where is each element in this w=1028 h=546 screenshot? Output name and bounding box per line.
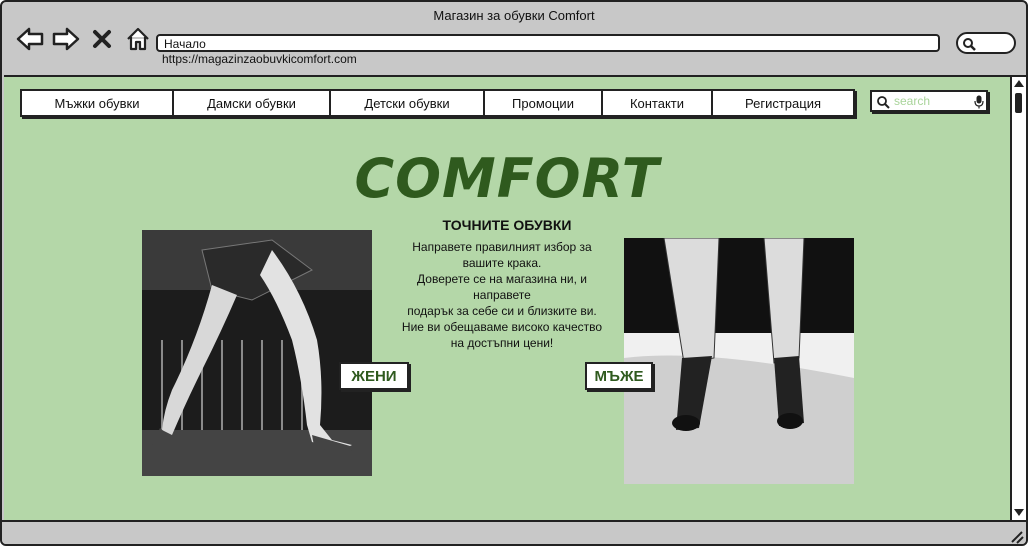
address-bar[interactable]: Начало	[156, 34, 940, 52]
site-search-input[interactable]: search	[870, 90, 988, 112]
vertical-scrollbar[interactable]	[1010, 75, 1026, 520]
description-line: направете	[473, 288, 531, 302]
main-menu: Мъжки обувки Дамски обувки Детски обувки…	[20, 89, 855, 117]
description-line: Ние ви обещаваме високо качество	[401, 320, 603, 334]
search-placeholder: search	[894, 94, 931, 108]
window-title: Магазин за обувки Comfort	[433, 8, 595, 23]
status-bar	[2, 520, 1026, 544]
men-button[interactable]: МЪЖЕ	[585, 362, 653, 390]
description-line: вашите крака.	[462, 256, 542, 270]
back-arrow-icon[interactable]	[16, 25, 44, 53]
browser-search[interactable]	[956, 32, 1016, 54]
close-icon[interactable]	[88, 25, 116, 53]
women-shoes-photo	[142, 230, 372, 476]
microphone-icon[interactable]	[974, 95, 984, 109]
menu-item-promotions[interactable]: Промоции	[485, 91, 603, 115]
menu-item-registration[interactable]: Регистрация	[713, 91, 853, 115]
forward-arrow-icon[interactable]	[52, 25, 80, 53]
women-button[interactable]: ЖЕНИ	[339, 362, 409, 390]
url-text: https://magazinzaobuvkicomfort.com	[162, 52, 357, 66]
scroll-down-icon[interactable]	[1013, 508, 1025, 518]
description-line: на достъпни цени!	[450, 336, 554, 350]
description-line: Направете правилният избор за	[412, 240, 592, 254]
page-content: Мъжки обувки Дамски обувки Детски обувки…	[4, 75, 1010, 522]
brand-logo: COMFORT	[354, 147, 660, 210]
home-icon[interactable]	[124, 25, 152, 53]
browser-window: Магазин за обувки Comfort Начало https:/…	[0, 0, 1028, 546]
nav-controls	[16, 24, 152, 54]
search-icon	[877, 96, 890, 109]
menu-item-men-shoes[interactable]: Мъжки обувки	[22, 91, 174, 115]
men-shoes-photo	[624, 238, 854, 484]
scrollbar-thumb[interactable]	[1015, 93, 1022, 113]
description-line: Доверете се на магазина ни, и	[417, 272, 587, 286]
menu-item-women-shoes[interactable]: Дамски обувки	[174, 91, 331, 115]
description-line: подарък за себе си и близките ви.	[407, 304, 597, 318]
resize-grip-icon[interactable]	[1008, 528, 1024, 544]
menu-item-kids-shoes[interactable]: Детски обувки	[331, 91, 485, 115]
description: Направете правилният избор за вашите кра…	[392, 239, 612, 351]
search-icon	[963, 38, 976, 51]
menu-item-contacts[interactable]: Контакти	[603, 91, 713, 115]
scroll-up-icon[interactable]	[1013, 78, 1025, 88]
